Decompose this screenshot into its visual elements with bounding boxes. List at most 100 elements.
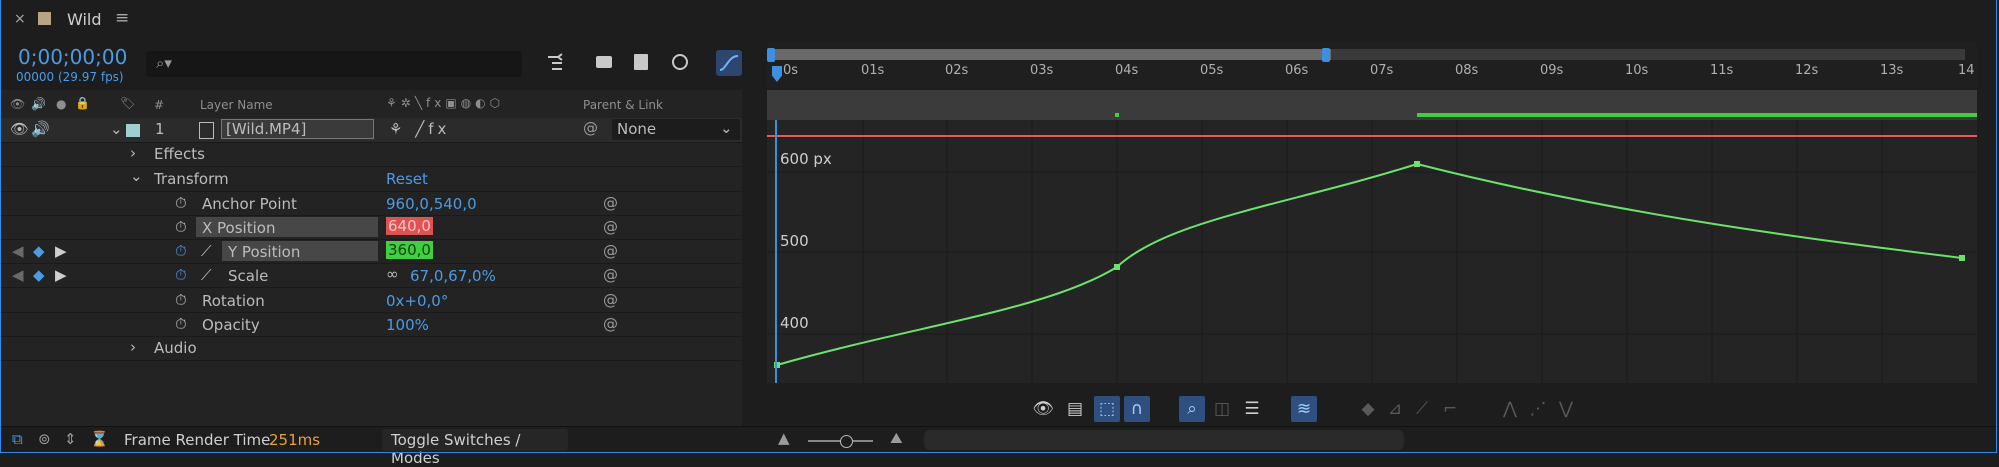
fit-selection-icon[interactable]: ⌕	[1179, 396, 1205, 422]
x-position-row[interactable]: ⏱ X Position 640,0 @	[0, 215, 742, 240]
rotation-row[interactable]: ⏱ Rotation 0x+0,0° @	[0, 288, 742, 313]
show-properties-eye-icon[interactable]: 👁	[1030, 396, 1056, 422]
motion-blur-icon	[672, 54, 688, 70]
parent-link-header[interactable]: Parent & Link	[583, 98, 663, 112]
layer-name-field[interactable]: [Wild.MP4]	[221, 119, 374, 139]
graph-toggle-icon[interactable]: ⟋	[201, 266, 212, 284]
work-area-start-handle[interactable]	[767, 48, 775, 62]
audio-header-icon[interactable]: 🔊	[31, 97, 46, 111]
layer-row[interactable]: 👁 🔊 ⌄ 1 [Wild.MP4] ⚘ ╱fx @ None ⌄	[0, 118, 742, 143]
horizontal-scrollbar[interactable]	[924, 430, 1404, 450]
audio-icon[interactable]: 🔊	[31, 120, 50, 138]
convert-linear-icon[interactable]: ⊿	[1382, 396, 1408, 422]
x-position-value[interactable]: 640,0	[386, 217, 433, 235]
time-stretch-icon[interactable]: ⌛	[90, 430, 109, 448]
next-keyframe-icon[interactable]: ▶	[55, 266, 67, 284]
y-position-value[interactable]: 360,0	[386, 241, 433, 259]
transfer-controls-icon[interactable]: ⊚	[38, 430, 51, 448]
graph-options-icon[interactable]: ▤	[1062, 396, 1088, 422]
prev-keyframe-icon[interactable]: ◀	[12, 242, 24, 260]
chevron-right-icon[interactable]: ›	[130, 338, 136, 356]
ruler-tick-label: 08s	[1455, 63, 1479, 78]
panel-divider[interactable]	[742, 90, 766, 426]
add-keyframe-icon[interactable]: ◆	[33, 266, 45, 284]
opacity-value[interactable]: 100%	[386, 316, 429, 334]
reset-button[interactable]: Reset	[386, 170, 428, 188]
graph-toggle-icon[interactable]: ⟋	[201, 242, 212, 260]
easy-ease-icon[interactable]: ⌐	[1437, 396, 1463, 422]
layer-search-input[interactable]: ⌕▾	[146, 51, 522, 77]
layer-duration-bar[interactable]	[767, 90, 1977, 120]
layer-switches[interactable]: ⚘ ╱fx	[389, 120, 450, 138]
graph-editor[interactable]: 600 px 500 400	[767, 120, 1977, 383]
ruler-tick-label: 0s	[783, 63, 799, 78]
chevron-down-icon[interactable]: ⌄	[130, 167, 143, 185]
parent-dropdown[interactable]: None ⌄	[612, 119, 740, 140]
close-tab-icon[interactable]: ×	[14, 11, 26, 27]
prev-keyframe-icon[interactable]: ◀	[12, 266, 24, 284]
zoom-slider-thumb[interactable]	[840, 435, 853, 448]
stopwatch-icon[interactable]: ⏱	[175, 218, 187, 236]
scale-row[interactable]: ◀ ◆ ▶ ⏱ ⟋ Scale ∞ 67,0,67,0% @	[0, 263, 742, 288]
time-ruler[interactable]: 0s 01s 02s 03s 04s 05s 06s 07s 08s 09s 1…	[767, 42, 1977, 90]
lock-header-icon[interactable]: 🔒	[75, 96, 90, 110]
audio-group-row[interactable]: › Audio	[0, 336, 742, 361]
expression-pickwhip-icon[interactable]: @	[603, 266, 618, 284]
expression-pickwhip-icon[interactable]: @	[603, 194, 618, 212]
fit-all-icon[interactable]: ◫	[1209, 396, 1235, 422]
convert-auto-bezier-icon[interactable]: ⟋	[1409, 396, 1435, 422]
current-time-display[interactable]: 0;00;00;00	[18, 45, 127, 69]
convert-hold-icon[interactable]: ◆	[1355, 396, 1381, 422]
constrain-proportions-icon[interactable]: ∞	[386, 265, 399, 283]
switches-header-icons[interactable]: ⚘✲╲fx▣◍◐⬡	[386, 96, 504, 110]
work-area-bar[interactable]	[775, 49, 1331, 60]
graph-canvas[interactable]	[767, 120, 1977, 383]
stopwatch-icon[interactable]: ⏱	[175, 194, 187, 212]
layer-name-header[interactable]: Layer Name	[200, 98, 273, 112]
label-color-swatch[interactable]	[126, 124, 140, 137]
solo-header-icon[interactable]: ●	[56, 97, 66, 111]
ruler-tick-label: 06s	[1285, 63, 1309, 78]
expression-pickwhip-icon[interactable]: @	[603, 218, 618, 236]
search-icon: ⌕▾	[156, 54, 172, 72]
index-header[interactable]: #	[154, 98, 164, 112]
add-keyframe-icon[interactable]: ◆	[33, 242, 45, 260]
easy-ease-in-icon[interactable]: ⋀	[1497, 396, 1523, 422]
snap-magnet-icon[interactable]: ∩	[1124, 396, 1150, 422]
stopwatch-icon[interactable]: ⏱	[175, 266, 187, 284]
expression-pickwhip-icon[interactable]: @	[603, 242, 618, 260]
opacity-row[interactable]: ⏱ Opacity 100% @	[0, 312, 742, 337]
chevron-right-icon[interactable]: ›	[130, 144, 136, 162]
expression-pickwhip-icon[interactable]: @	[603, 315, 618, 333]
scale-value[interactable]: 67,0,67,0%	[410, 267, 496, 285]
rotation-value[interactable]: 0x+0,0°	[386, 292, 448, 310]
anchor-point-row[interactable]: ⏱ Anchor Point 960,0,540,0 @	[0, 191, 742, 216]
panel-menu-icon[interactable]: ≡	[115, 8, 129, 28]
transform-group-row[interactable]: ⌄ Transform Reset	[0, 167, 742, 192]
layer-switches-icon[interactable]: ⧉	[12, 430, 23, 448]
transform-box-icon[interactable]: ⬚	[1094, 396, 1120, 422]
separate-dimensions-icon[interactable]: ☰	[1239, 396, 1265, 422]
eye-icon[interactable]: 👁	[10, 120, 29, 138]
stopwatch-icon[interactable]: ⏱	[175, 291, 187, 309]
chevron-down-icon[interactable]: ⌄	[110, 120, 123, 138]
edit-selected-keyframes-icon[interactable]: ≋	[1291, 396, 1317, 422]
panel-title[interactable]: Wild	[67, 10, 102, 29]
expression-pickwhip-icon[interactable]: @	[603, 291, 618, 309]
in-out-panes-icon[interactable]: ⇕	[64, 430, 77, 448]
label-header-icon[interactable]: 🏷	[120, 96, 135, 110]
effects-group-row[interactable]: › Effects	[0, 142, 742, 167]
next-keyframe-icon[interactable]: ▶	[55, 242, 67, 260]
y-position-row[interactable]: ◀ ◆ ▶ ⏱ ⟋ Y Position 360,0 @	[0, 239, 742, 264]
pickwhip-icon[interactable]: @	[583, 119, 598, 137]
stopwatch-icon[interactable]: ⏱	[175, 315, 187, 333]
easy-ease-out-icon[interactable]: ⋰	[1525, 396, 1551, 422]
anchor-point-value[interactable]: 960,0,540,0	[386, 195, 477, 213]
video-visibility-header-icon[interactable]: 👁	[10, 97, 25, 111]
stopwatch-icon[interactable]: ⏱	[175, 242, 187, 260]
zoom-in-icon[interactable]: ⛰	[890, 429, 903, 447]
work-area-end-handle[interactable]	[1322, 48, 1330, 62]
easy-ease-both-icon[interactable]: ⋁	[1553, 396, 1579, 422]
zoom-out-icon[interactable]: ▲	[778, 429, 790, 447]
toggle-switches-modes-button[interactable]: Toggle Switches / Modes	[382, 429, 568, 467]
